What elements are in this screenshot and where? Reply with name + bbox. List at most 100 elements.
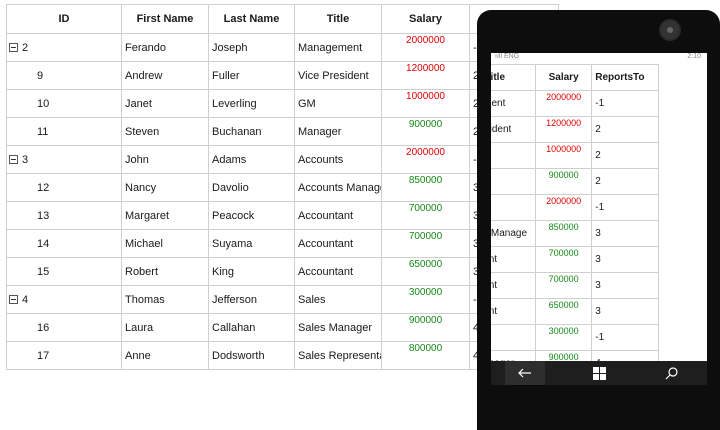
phone-cell-reports-to[interactable]: 2 [591,116,659,143]
phone-cell-reports-to[interactable]: 3 [591,246,659,273]
phone-cell-salary[interactable]: 700000 [535,272,593,299]
cell-id[interactable]: 15 [6,257,122,286]
cell-title[interactable]: Sales [294,285,382,314]
cell-id[interactable]: 10 [6,89,122,118]
phone-cell-reports-to[interactable]: 3 [591,220,659,247]
cell-title[interactable]: Sales Representat [294,341,382,370]
phone-cell-salary[interactable]: 300000 [535,324,593,351]
start-button[interactable] [579,361,619,385]
phone-cell-reports-to[interactable]: 2 [591,168,659,195]
cell-id[interactable]: 4 [6,285,122,314]
cell-title[interactable]: Accountant [294,229,382,258]
table-row[interactable]: 3 John Adams Accounts 2000000- [6,145,559,174]
phone-table-row[interactable]: GM10000002 [491,142,659,169]
cell-salary[interactable]: 2000000 [381,33,470,62]
cell-title[interactable]: Manager [294,117,382,146]
cell-salary[interactable]: 900000 [381,313,470,342]
collapse-icon[interactable] [9,154,18,164]
cell-last-name[interactable]: Adams [208,145,295,174]
phone-table-row[interactable]: Manager9000002 [491,168,659,195]
phone-cell-salary[interactable]: 2000000 [535,194,593,221]
cell-id[interactable]: 11 [6,117,122,146]
phone-cell-title[interactable]: Management [491,90,537,117]
cell-first-name[interactable]: Ferando [121,33,209,62]
cell-salary[interactable]: 850000 [381,173,470,202]
table-row[interactable]: 4 Thomas Jefferson Sales 300000- [6,285,559,314]
phone-cell-salary[interactable]: 650000 [535,298,593,325]
table-row[interactable]: 14MichaelSuyamaAccountant7000003 [6,229,559,258]
phone-cell-salary[interactable]: 1000000 [535,142,593,169]
phone-cell-salary[interactable]: 900000 [535,168,593,195]
collapse-icon[interactable] [9,294,18,304]
phone-cell-title[interactable]: Sales [491,324,537,351]
cell-title[interactable]: Accounts Manage [294,173,382,202]
table-row[interactable]: 10JanetLeverlingGM10000002 [6,89,559,118]
phone-cell-title[interactable]: Accounts Manage [491,220,537,247]
phone-header-salary[interactable]: Salary [535,64,593,91]
phone-cell-title[interactable]: Vice President [491,116,537,143]
cell-first-name[interactable]: Thomas [121,285,209,314]
phone-cell-title[interactable]: Accountant [491,298,537,325]
cell-id[interactable]: 13 [6,201,122,230]
cell-salary[interactable]: 900000 [381,117,470,146]
phone-cell-reports-to[interactable]: 3 [591,272,659,299]
header-id[interactable]: ID [6,4,122,34]
cell-title[interactable]: Vice President [294,61,382,90]
table-row[interactable]: 17AnneDodsworthSales Representat8000004 [6,341,559,370]
cell-salary[interactable]: 650000 [381,257,470,286]
table-row[interactable]: 2 Ferando Joseph Management 2000000- [6,33,559,62]
cell-first-name[interactable]: Margaret [121,201,209,230]
cell-title[interactable]: Management [294,33,382,62]
phone-cell-reports-to[interactable]: -1 [591,90,659,117]
phone-cell-reports-to[interactable]: -1 [591,324,659,351]
phone-cell-salary[interactable]: 850000 [535,220,593,247]
cell-last-name[interactable]: Suyama [208,229,295,258]
phone-cell-salary[interactable]: 700000 [535,246,593,273]
cell-last-name[interactable]: Callahan [208,313,295,342]
phone-header-reports-to[interactable]: ReportsTo [591,64,659,91]
cell-title[interactable]: GM [294,89,382,118]
cell-first-name[interactable]: Anne [121,341,209,370]
table-row[interactable]: 15RobertKingAccountant6500003 [6,257,559,286]
cell-salary[interactable]: 700000 [381,229,470,258]
cell-last-name[interactable]: Fuller [208,61,295,90]
phone-cell-reports-to[interactable]: 2 [591,142,659,169]
cell-salary[interactable]: 700000 [381,201,470,230]
cell-first-name[interactable]: Laura [121,313,209,342]
cell-last-name[interactable]: King [208,257,295,286]
phone-cell-title[interactable]: Accountant [491,246,537,273]
cell-first-name[interactable]: Michael [121,229,209,258]
phone-table-row[interactable]: Accountant6500003 [491,298,659,325]
phone-cell-title[interactable]: Manager [491,168,537,195]
phone-cell-title[interactable]: Accountant [491,272,537,299]
cell-title[interactable]: Accountant [294,201,382,230]
cell-id[interactable]: 17 [6,341,122,370]
phone-cell-title[interactable]: GM [491,142,537,169]
table-row[interactable]: 11StevenBuchananManager9000002 [6,117,559,146]
cell-first-name[interactable]: Nancy [121,173,209,202]
table-row[interactable]: 12NancyDavolioAccounts Manage8500003 [6,173,559,202]
cell-salary[interactable]: 1000000 [381,89,470,118]
cell-last-name[interactable]: Peacock [208,201,295,230]
table-row[interactable]: 9AndrewFullerVice President12000002 [6,61,559,90]
phone-cell-reports-to[interactable]: -1 [591,194,659,221]
cell-last-name[interactable]: Leverling [208,89,295,118]
phone-cell-title[interactable]: Accounts [491,194,537,221]
table-row[interactable]: 13MargaretPeacockAccountant7000003 [6,201,559,230]
cell-id[interactable]: 2 [6,33,122,62]
cell-salary[interactable]: 300000 [381,285,470,314]
cell-salary[interactable]: 2000000 [381,145,470,174]
cell-title[interactable]: Accounts [294,145,382,174]
header-first-name[interactable]: First Name [121,4,209,34]
phone-cell-salary[interactable]: 2000000 [535,90,593,117]
cell-last-name[interactable]: Davolio [208,173,295,202]
phone-table-row[interactable]: Accounts2000000-1 [491,194,659,221]
cell-id[interactable]: 3 [6,145,122,174]
cell-title[interactable]: Accountant [294,257,382,286]
collapse-icon[interactable] [9,42,18,52]
cell-id[interactable]: 16 [6,313,122,342]
cell-first-name[interactable]: Robert [121,257,209,286]
cell-first-name[interactable]: John [121,145,209,174]
header-last-name[interactable]: Last Name [208,4,295,34]
cell-first-name[interactable]: Janet [121,89,209,118]
